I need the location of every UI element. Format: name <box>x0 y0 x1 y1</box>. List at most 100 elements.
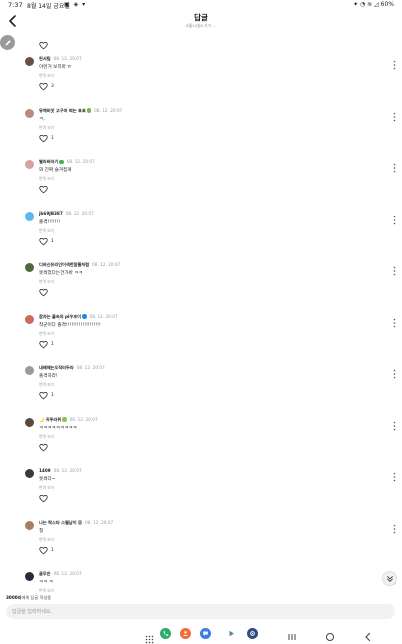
avatar[interactable] <box>25 520 34 530</box>
status-time: 7:37 <box>8 1 23 9</box>
more-options-button[interactable] <box>393 467 396 482</box>
avatar[interactable] <box>25 263 34 272</box>
like-button[interactable] <box>39 443 51 452</box>
comment-item: 골무은 08. 12. 20:07 ㅋㅋ ㅋ 번역 보기 <box>0 567 402 592</box>
avatar[interactable] <box>25 57 34 66</box>
heart-icon <box>39 546 48 554</box>
like-button[interactable] <box>39 35 48 50</box>
like-button[interactable]: 1 <box>39 134 54 143</box>
more-vertical-icon <box>393 266 396 276</box>
comment-username[interactable]: 나는 락스타 스텔남이 <box>39 520 77 525</box>
translate-link[interactable]: 번역 보기 <box>39 176 54 182</box>
comment-username[interactable]: 🌙 귀뚜라뀌 <box>39 417 61 422</box>
comment-username[interactable]: 골무은 <box>39 571 51 576</box>
more-options-button[interactable] <box>393 210 396 224</box>
comment-username[interactable]: 잠자는 출속의 pl우초이 <box>39 314 81 319</box>
settings-app-icon[interactable] <box>247 628 258 639</box>
like-button[interactable]: 1 <box>39 237 54 246</box>
edit-button[interactable] <box>0 35 15 50</box>
user-badge-icon <box>82 314 87 319</box>
user-badge-icon <box>59 159 64 165</box>
comment-meta: 나는 락스타 스텔남이 08. 12. 20:07 <box>39 520 113 526</box>
like-count: 1 <box>51 341 54 347</box>
comment-text: 못씌다~ <box>39 477 56 482</box>
comment-meta: 뮤체비앗 고구마 찌는 표표 08. 12. 20:07 <box>39 108 122 114</box>
play-store-app-icon-glyph <box>229 630 234 637</box>
play-store-app-icon[interactable] <box>226 628 237 639</box>
heart-icon <box>39 443 48 451</box>
comment-username[interactable]: 뮤체비앗 고구마 찌는 표표 <box>39 108 86 113</box>
translate-link[interactable]: 번역 보기 <box>39 228 54 234</box>
like-button[interactable] <box>39 494 51 503</box>
avatar[interactable] <box>25 160 34 169</box>
more-options-button[interactable] <box>393 158 396 173</box>
recents-button[interactable] <box>286 628 298 640</box>
comment-meta: 🌙 귀뚜라뀌 08. 12. 20:07 <box>39 417 98 423</box>
more-options-button[interactable] <box>393 313 396 327</box>
translate-link[interactable]: 번역 보기 <box>39 588 54 592</box>
more-options-button[interactable] <box>393 107 396 121</box>
more-options-button[interactable] <box>393 519 396 533</box>
avatar[interactable] <box>25 314 34 324</box>
avatar[interactable] <box>25 572 34 581</box>
more-options-button[interactable] <box>393 261 396 276</box>
comment-username[interactable]: 헌서팀 <box>39 56 51 61</box>
translate-link[interactable]: 번역 보기 <box>39 382 54 388</box>
scroll-down-button[interactable] <box>382 571 397 586</box>
comment-date: 08. 12. 20:07 <box>65 210 94 216</box>
phone-app-icon[interactable] <box>160 628 171 639</box>
avatar[interactable] <box>25 108 34 118</box>
comment-meta: 1409 08. 12. 20:07 <box>39 468 82 473</box>
double-chevron-down-icon <box>386 575 393 582</box>
app-drawer-button[interactable] <box>145 629 154 644</box>
like-button[interactable]: 1 <box>39 546 54 555</box>
comment-username[interactable]: 1409 <box>39 468 51 473</box>
reply-input[interactable] <box>6 604 395 619</box>
avatar[interactable] <box>25 211 34 221</box>
phone-app-icon-glyph <box>163 631 169 636</box>
contacts-app-icon[interactable] <box>180 628 191 639</box>
like-button[interactable]: 3 <box>39 82 54 91</box>
more-options-button[interactable] <box>393 364 396 379</box>
like-count: 3 <box>51 84 54 89</box>
home-button[interactable] <box>324 628 336 641</box>
translate-link[interactable]: 번역 보기 <box>39 537 54 543</box>
notification-icons: ▣ ◈ ▾ <box>64 1 87 8</box>
translate-link[interactable]: 번역 보기 <box>39 279 54 285</box>
comment-date: 08. 12. 20:07 <box>94 107 123 113</box>
like-button[interactable] <box>39 288 51 297</box>
home-icon <box>326 633 334 641</box>
status-right: ✦ ◔ ≋ ◿ 60% <box>353 1 394 8</box>
translate-link[interactable]: 번역 보기 <box>39 485 54 491</box>
comment-username[interactable]: jb69JB387 <box>39 211 63 216</box>
more-options-button[interactable] <box>393 416 396 430</box>
translate-link[interactable]: 번역 보기 <box>39 73 54 79</box>
comment-date: 08. 12. 20:07 <box>53 571 82 576</box>
comment-username[interactable]: 내배제는오직터두라 <box>39 365 74 370</box>
avatar[interactable] <box>25 417 34 427</box>
translate-link[interactable]: 번역 보기 <box>39 434 54 440</box>
more-options-button[interactable] <box>393 55 396 70</box>
more-vertical-icon <box>393 421 396 430</box>
messages-app-icon[interactable] <box>200 628 211 639</box>
comment-date: 08. 12. 20:07 <box>66 159 95 164</box>
back-nav-button[interactable] <box>362 628 374 642</box>
user-badge-icon <box>86 108 92 113</box>
comment-date: 08. 12. 20:07 <box>89 313 118 319</box>
avatar[interactable] <box>25 366 34 375</box>
like-count: 1 <box>51 393 54 398</box>
like-button[interactable]: 1 <box>39 340 54 349</box>
comment-meta: jb69JB387 08. 12. 20:07 <box>39 211 94 216</box>
avatar[interactable] <box>25 469 34 478</box>
comment-meta: 디바신유리인어색한알름처럼 08. 12. 20:07 <box>39 262 120 268</box>
comment-list[interactable]: 헌서팀 08. 12. 20:07 이런거 보지마 ㅠ 번역 보기 3 뮤체비앗 … <box>0 52 402 592</box>
comment-item: 뮤체비앗 고구마 찌는 표표 08. 12. 20:07 ㅋ, 번역 보기 1 <box>0 104 402 156</box>
like-button[interactable]: 1 <box>39 391 54 400</box>
translate-link[interactable]: 번역 보기 <box>39 125 54 131</box>
comment-text: 출격!!!!!!! <box>39 219 61 225</box>
comment-text: ㅋㅋㅋㅋㅋㅋㅋㅋㅋ <box>39 425 78 431</box>
like-button[interactable] <box>39 185 51 194</box>
comment-username[interactable]: 디바신유리인어색한알름처럼 <box>39 262 89 267</box>
translate-link[interactable]: 번역 보기 <box>39 331 54 337</box>
comment-username[interactable]: 별라바라기 <box>39 159 58 164</box>
